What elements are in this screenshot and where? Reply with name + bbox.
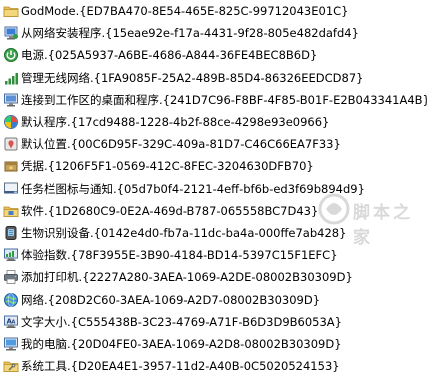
default-location-icon [4, 137, 18, 151]
list-item-label: 默认位置.{00C6D95F-329C-409a-81D7-C46C66EA7F… [21, 137, 341, 152]
list-item-power[interactable]: 电源.{025A5937-A6BE-4686-A844-36FE4BEC8B6D… [0, 44, 427, 66]
list-item-godmode[interactable]: GodMode.{ED7BA470-8E54-465E-825C-9971204… [0, 0, 427, 22]
list-item-label: 从网络安装程序.{15eae92e-f17a-4431-9f28-805e482… [21, 26, 359, 41]
list-item-network[interactable]: 网络.{208D2C60-3AEA-1069-A2D7-08002B30309D… [0, 288, 427, 310]
list-item-biometric[interactable]: 生物识别设备.{0142e4d0-fb7a-11dc-ba4a-000ffe7a… [0, 222, 427, 244]
list-item-label: 系统工具.{D20EA4E1-3957-11d2-A40B-0C50205241… [21, 359, 340, 374]
list-item-default-programs[interactable]: 默认程序.{17cd9488-1228-4b2f-88ce-4298e93e09… [0, 111, 427, 133]
printer-icon [4, 270, 18, 285]
default-programs-icon [4, 115, 18, 130]
list-item-network-install[interactable]: 从网络安装程序.{15eae92e-f17a-4431-9f28-805e482… [0, 22, 427, 44]
biometric-icon [5, 225, 17, 240]
list-item-label: 我的电脑.{20D04FE0-3AEA-1069-A2D8-08002B3030… [21, 336, 342, 351]
remote-desktop-icon [4, 93, 18, 107]
list-item-label: GodMode.{ED7BA470-8E54-465E-825C-9971204… [21, 4, 349, 19]
my-computer-icon [4, 337, 18, 351]
list-item-label: 电源.{025A5937-A6BE-4686-A844-36FE4BEC8B6D… [21, 48, 318, 63]
list-item-label: 连接到工作区的桌面和程序.{241D7C96-F8BF-4F85-B01F-E2… [21, 92, 427, 107]
list-item-label: 文字大小.{C555438B-3C23-4769-A71F-B6D3D9B605… [21, 314, 342, 329]
list-item-label: 体验指数.{78F3955E-3B90-4184-BD14-5397C15F1E… [21, 248, 338, 263]
list-item-label: 任务栏图标与通知.{05d7b0f4-2121-4eff-bf6b-ed3f69… [21, 181, 365, 196]
taskbar-notification-icon [4, 182, 18, 194]
list-item-my-computer[interactable]: 我的电脑.{20D04FE0-3AEA-1069-A2D8-08002B3030… [0, 333, 427, 355]
software-icon [3, 206, 19, 217]
list-item-text-size[interactable]: A A 文字大小.{C555438B-3C23-4769-A71F-B6D3D9… [0, 311, 427, 333]
svg-text:A: A [12, 319, 16, 325]
list-item-credentials[interactable]: 凭据.{1206F5F1-0569-412C-8FEC-3204630DFB70… [0, 155, 427, 177]
credentials-icon [4, 161, 18, 172]
list-item-label: 凭据.{1206F5F1-0569-412C-8FEC-3204630DFB70… [21, 159, 314, 174]
performance-index-icon [4, 248, 18, 262]
list-item-remote-desktop[interactable]: 连接到工作区的桌面和程序.{241D7C96-F8BF-4F85-B01F-E2… [0, 89, 427, 111]
wireless-icon [5, 72, 18, 85]
text-size-icon: A A [4, 315, 18, 328]
power-icon [4, 48, 18, 63]
list-item-performance-index[interactable]: 体验指数.{78F3955E-3B90-4184-BD14-5397C15F1E… [0, 244, 427, 266]
list-item-default-location[interactable]: 默认位置.{00C6D95F-329C-409a-81D7-C46C66EA7F… [0, 133, 427, 155]
list-item-label: 网络.{208D2C60-3AEA-1069-A2D7-08002B30309D… [21, 292, 321, 307]
folder-icon [3, 6, 19, 17]
network-icon [4, 292, 18, 307]
list-item-label: 添加打印机.{2227A280-3AEA-1069-A2DE-08002B303… [21, 270, 353, 285]
network-install-icon [4, 26, 18, 40]
list-item-wireless[interactable]: 管理无线网络.{1FA9085F-25A2-489B-85D4-86326EED… [0, 67, 427, 89]
list-item-taskbar-notification[interactable]: 任务栏图标与通知.{05d7b0f4-2121-4eff-bf6b-ed3f69… [0, 178, 427, 200]
shortcut-list: GodMode.{ED7BA470-8E54-465E-825C-9971204… [0, 0, 427, 377]
list-item-system-tools[interactable]: 系统工具.{D20EA4E1-3957-11d2-A40B-0C50205241… [0, 355, 427, 377]
system-tools-icon [3, 361, 19, 372]
list-item-label: 软件.{1D2680C9-0E2A-469d-B787-065558BC7D43… [21, 203, 319, 218]
list-item-software[interactable]: 软件.{1D2680C9-0E2A-469d-B787-065558BC7D43… [0, 200, 427, 222]
list-item-label: 生物识别设备.{0142e4d0-fb7a-11dc-ba4a-000ffe7a… [21, 225, 347, 240]
list-item-add-printer[interactable]: 添加打印机.{2227A280-3AEA-1069-A2DE-08002B303… [0, 266, 427, 288]
list-item-label: 默认程序.{17cd9488-1228-4b2f-88ce-4298e93e09… [21, 115, 330, 130]
list-item-label: 管理无线网络.{1FA9085F-25A2-489B-85D4-86326EED… [21, 70, 364, 85]
